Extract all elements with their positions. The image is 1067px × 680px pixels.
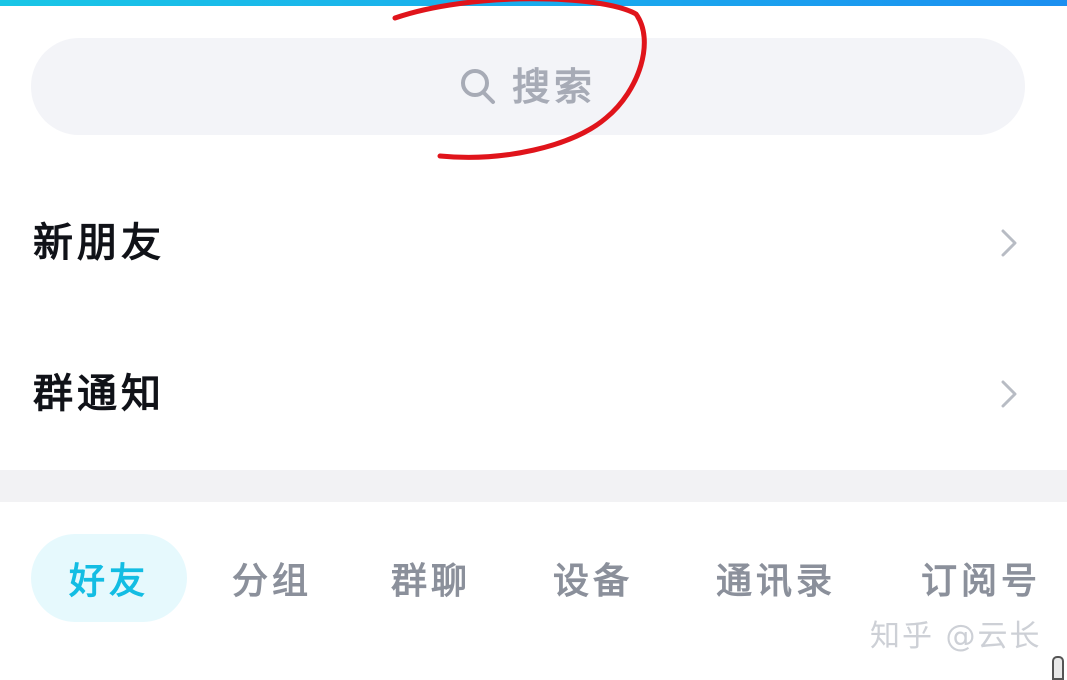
search-icon	[460, 68, 495, 104]
chevron-right-icon	[1001, 229, 1017, 257]
section-divider	[0, 470, 1067, 502]
new-friends-label: 新朋友	[33, 219, 165, 266]
contacts-tab-bar: 好友 分组 群聊 设备 通讯录 订阅号	[0, 534, 1067, 622]
tab-devices[interactable]: 设备	[550, 534, 636, 622]
group-notice-label: 群通知	[33, 370, 165, 417]
tab-group-chats[interactable]: 群聊	[388, 534, 474, 622]
chevron-right-icon	[1001, 380, 1017, 408]
menu-row-group-notice[interactable]: 群通知	[0, 329, 1067, 459]
scroll-handle[interactable]	[1052, 656, 1064, 680]
tab-friends[interactable]: 好友	[31, 534, 187, 622]
watermark: 知乎 @云长	[870, 619, 1042, 654]
search-placeholder: 搜索	[511, 63, 596, 109]
menu-row-new-friends[interactable]: 新朋友	[0, 178, 1067, 308]
tab-contacts[interactable]: 通讯录	[712, 534, 840, 622]
search-bar[interactable]: 搜索	[31, 38, 1025, 135]
tab-subscriptions[interactable]: 订阅号	[917, 534, 1045, 622]
top-accent-bar	[0, 0, 1067, 6]
tab-groups[interactable]: 分组	[232, 534, 312, 622]
